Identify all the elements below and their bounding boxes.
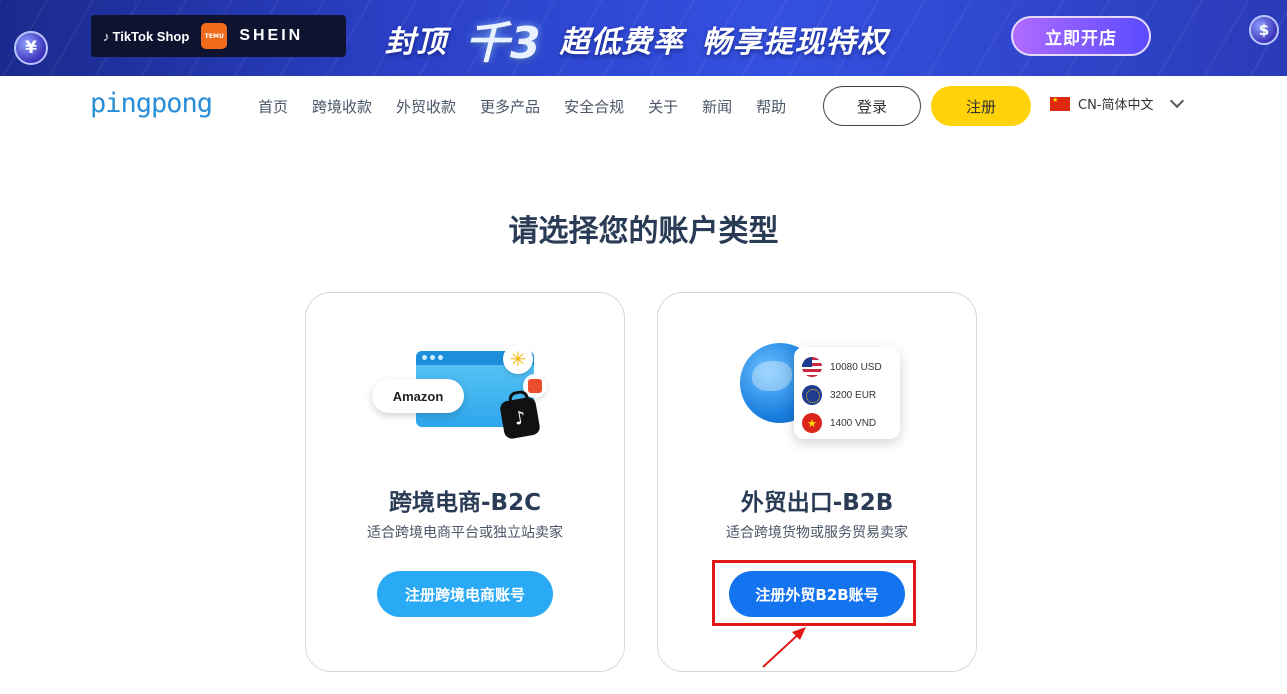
nav-link-about[interactable]: 关于	[648, 96, 678, 117]
china-flag-icon	[1050, 96, 1070, 111]
tiktok-icon: ♪	[103, 28, 110, 44]
pointer-arrow-icon	[762, 627, 806, 668]
banner-headline: 封顶 千3 超低费率 畅享提现特权	[385, 14, 888, 69]
partner-brands: ♪ TikTok Shop TEMU SHEIN	[91, 15, 346, 57]
temu-logo: TEMU	[201, 23, 228, 49]
language-selector[interactable]: CN-简体中文	[1050, 93, 1184, 113]
us-flag-icon	[802, 357, 822, 377]
nav-link-trade-payments[interactable]: 外贸收款	[396, 96, 456, 117]
b2c-card-subtitle: 适合跨境电商平台或独立站卖家	[367, 525, 563, 541]
nav-link-cross-border-payments[interactable]: 跨境收款	[312, 96, 372, 117]
headline-cap: 封顶	[385, 25, 447, 60]
currency-amount: 10080 USD	[830, 361, 882, 373]
signup-button[interactable]: 注册	[931, 86, 1031, 126]
currency-amount: 1400 VND	[830, 417, 877, 429]
currency-row: 3200 EUR	[802, 381, 892, 409]
eu-flag-icon	[802, 385, 822, 405]
currency-row: 10080 USD	[802, 353, 892, 381]
language-label: CN-简体中文	[1078, 98, 1154, 113]
nav-link-news[interactable]: 新闻	[702, 96, 732, 117]
nav-link-home[interactable]: 首页	[258, 96, 288, 117]
b2c-card-title: 跨境电商-B2C	[389, 490, 541, 516]
walmart-icon: ✳	[503, 344, 533, 374]
pingpong-logo[interactable]: pingpong	[90, 88, 213, 119]
vn-flag-icon: ★	[802, 413, 822, 433]
nav-link-help[interactable]: 帮助	[756, 96, 786, 117]
headline-rate: 千3	[465, 18, 542, 69]
headline-low-fee: 超低费率	[559, 25, 684, 60]
open-shop-button[interactable]: 立即开店	[1011, 16, 1151, 56]
chevron-down-icon	[1169, 93, 1184, 109]
currency-panel: 10080 USD 3200 EUR ★ 1400 VND	[794, 347, 900, 439]
currency-amount: 3200 EUR	[830, 389, 877, 401]
nav-link-security-compliance[interactable]: 安全合规	[564, 96, 624, 117]
tiktok-bag-icon: ♪	[498, 396, 542, 440]
login-button[interactable]: 登录	[823, 86, 921, 126]
headline-privilege: 畅享提现特权	[701, 25, 888, 60]
account-type-card-b2c[interactable]: Amazon ✳ ♪ 跨境电商-B2C 适合跨境电商平台或独立站卖家 注册跨境电…	[305, 292, 625, 672]
highlight-box	[712, 560, 916, 626]
dollar-coin-icon: $	[1249, 15, 1279, 45]
promo-banner[interactable]: ¥ ♪ TikTok Shop TEMU SHEIN 封顶 千3 超低费率 畅享…	[0, 0, 1287, 76]
b2b-card-title: 外贸出口-B2B	[740, 490, 894, 516]
tiktok-shop-logo: ♪ TikTok Shop	[103, 29, 189, 44]
b2b-card-subtitle: 适合跨境货物或服务贸易卖家	[726, 525, 908, 541]
tiktok-shop-label: TikTok Shop	[112, 28, 190, 44]
register-b2c-button[interactable]: 注册跨境电商账号	[377, 571, 553, 617]
page-title: 请选择您的账户类型	[508, 214, 779, 249]
nav-link-more-products[interactable]: 更多产品	[480, 96, 540, 117]
top-navbar: pingpong 首页 跨境收款 外贸收款 更多产品 安全合规 关于 新闻 帮助…	[0, 76, 1287, 136]
shein-logo: SHEIN	[239, 27, 304, 44]
yuan-coin-icon: ¥	[14, 31, 48, 65]
amazon-badge: Amazon	[372, 379, 464, 413]
currency-row: ★ 1400 VND	[802, 409, 892, 437]
nav-links: 首页 跨境收款 外贸收款 更多产品 安全合规 关于 新闻 帮助	[258, 96, 810, 117]
